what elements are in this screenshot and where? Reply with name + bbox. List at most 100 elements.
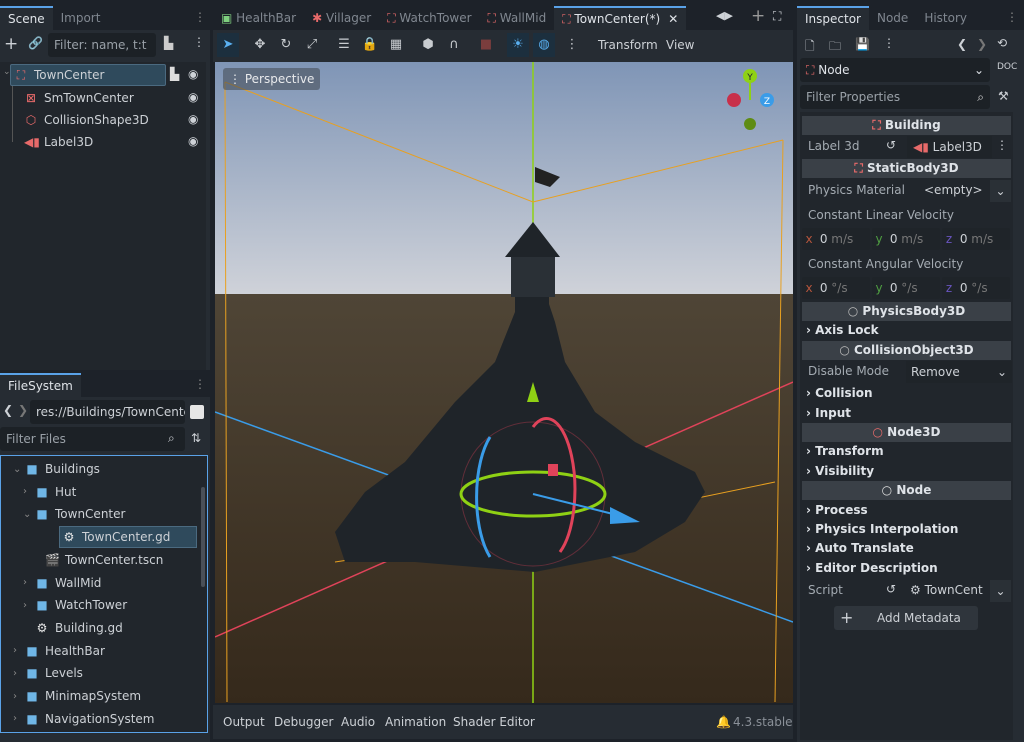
revert-icon[interactable]: ↺	[886, 138, 896, 152]
scrollbar[interactable]	[201, 487, 205, 587]
tree-item-collisionshape3d[interactable]: ⬡ CollisionShape3D	[24, 109, 149, 131]
expand-icon[interactable]: ›	[13, 645, 25, 656]
scene-filter-input[interactable]: Filter: name, t:t	[48, 33, 156, 57]
tab-filesystem[interactable]: FileSystem	[0, 373, 81, 397]
tree-item-label3d[interactable]: ◀▮ Label3D	[24, 131, 93, 153]
file-item[interactable]: ⚙ TownCenter.gd	[59, 526, 197, 549]
group-icon[interactable]: ▦	[385, 35, 407, 55]
collapse-icon[interactable]: ⌄	[3, 67, 11, 77]
more-icon[interactable]: ⋮	[193, 35, 205, 49]
angular-velocity-x[interactable]: x 0 °/s	[802, 277, 870, 299]
distraction-free-icon[interactable]: ⛶	[773, 9, 781, 24]
lock-icon[interactable]: 🔒	[359, 35, 381, 55]
doc-icon[interactable]: DOC	[997, 62, 1017, 72]
script-attached-icon[interactable]: ▙	[170, 67, 179, 81]
group-input[interactable]: › Input	[806, 406, 851, 420]
expand-icon[interactable]: ›	[23, 577, 35, 588]
tab-debugger[interactable]: Debugger	[274, 715, 333, 729]
back-icon[interactable]: ❮	[3, 403, 13, 417]
script-field[interactable]: ⚙ TownCent	[910, 583, 983, 597]
group-collision[interactable]: › Collision	[806, 386, 873, 400]
history-icon[interactable]: ⟲	[997, 36, 1007, 50]
revert-icon[interactable]: ↺	[886, 582, 896, 596]
tab-shader-editor[interactable]: Shader Editor	[453, 715, 535, 729]
angular-velocity-z[interactable]: z 0 °/s	[942, 277, 1010, 299]
add-tab-icon[interactable]: +	[751, 6, 765, 26]
group-axis-lock[interactable]: › Axis Lock	[806, 323, 879, 337]
filter-properties-input[interactable]: Filter Properties ⌕	[800, 85, 990, 109]
list-select-icon[interactable]: ☰	[333, 35, 355, 55]
file-item[interactable]: › ■ WallMid	[23, 572, 101, 594]
save-icon[interactable]: 💾	[855, 37, 870, 51]
new-resource-icon[interactable]: 🗋	[805, 37, 815, 58]
tab-wallmid[interactable]: ⛶ WallMid	[480, 6, 555, 30]
collapse-icon[interactable]: ⌄	[23, 509, 35, 520]
linear-velocity-x[interactable]: x 0 m/s	[802, 228, 870, 250]
tab-audio[interactable]: Audio	[341, 715, 375, 729]
visibility-eye-icon[interactable]: ◉	[188, 90, 198, 104]
sun-preview-icon[interactable]: ☀	[507, 33, 529, 57]
snap-icon[interactable]: ∩	[443, 35, 465, 55]
expand-icon[interactable]: ›	[23, 486, 35, 497]
tab-import[interactable]: Import	[53, 6, 109, 30]
3d-viewport[interactable]: Y Z ⋮ Perspective	[215, 62, 793, 703]
menu-icon[interactable]: ⋮	[1006, 10, 1018, 24]
tab-output[interactable]: Output	[223, 715, 265, 729]
scroll-tabs-icon[interactable]: ◀▶	[716, 9, 733, 22]
view-menu[interactable]: View	[666, 38, 694, 52]
file-item[interactable]: › ■ Levels	[13, 662, 83, 684]
link-icon[interactable]: 🔗	[28, 36, 43, 50]
script-icon[interactable]: ▙	[164, 36, 173, 50]
angular-velocity-y[interactable]: y 0 °/s	[872, 277, 940, 299]
more-icon[interactable]: ⋮	[561, 35, 583, 55]
chevron-down-icon[interactable]: ⌄	[990, 180, 1011, 202]
environment-preview-icon[interactable]: ◍	[533, 33, 555, 57]
path-input[interactable]: res://Buildings/TownCenter	[30, 400, 185, 424]
tab-history[interactable]: History	[916, 6, 975, 30]
visibility-eye-icon[interactable]: ◉	[188, 134, 198, 148]
file-item[interactable]: › ■ HealthBar	[13, 640, 105, 662]
group-process[interactable]: › Process	[806, 503, 868, 517]
file-item[interactable]: 🎬 TownCenter.tscn	[33, 549, 163, 571]
notification-bell-icon[interactable]: 🔔	[716, 715, 731, 729]
forward-icon[interactable]: ❯	[977, 37, 987, 51]
layout-toggle-icon[interactable]	[190, 405, 204, 419]
more-icon[interactable]: ⋮	[996, 138, 1008, 152]
menu-icon[interactable]: ⋮	[194, 377, 206, 391]
add-metadata-button[interactable]: + Add Metadata	[834, 606, 978, 630]
expand-icon[interactable]: ›	[13, 713, 25, 724]
chevron-down-icon[interactable]: ⌄	[990, 580, 1011, 602]
linear-velocity-y[interactable]: y 0 m/s	[872, 228, 940, 250]
filter-files-input[interactable]: Filter Files	[0, 427, 185, 451]
tab-animation[interactable]: Animation	[385, 715, 446, 729]
group-auto-translate[interactable]: › Auto Translate	[806, 541, 914, 555]
expand-icon[interactable]: ›	[13, 691, 25, 702]
select-mode-icon[interactable]: ➤	[217, 33, 239, 57]
tab-towncenter[interactable]: ⛶ TownCenter(*) ✕	[554, 6, 687, 30]
file-item[interactable]: › ■ MinimapSystem	[13, 685, 141, 707]
menu-icon[interactable]: ⋮	[194, 10, 206, 24]
tab-villager[interactable]: ✱ Villager	[304, 6, 379, 30]
tree-item-towncenter[interactable]: ⛶ TownCenter	[14, 64, 105, 86]
tab-watchtower[interactable]: ⛶ WatchTower	[379, 6, 479, 30]
file-item[interactable]: ⌄ ■ Buildings	[13, 458, 100, 480]
file-item[interactable]: › ■ Hut	[23, 481, 76, 503]
tree-item-smtowncenter[interactable]: ⊠ SmTownCenter	[24, 87, 134, 109]
file-item[interactable]: ⌄ ■ TownCenter	[23, 503, 125, 525]
group-physics-interpolation[interactable]: › Physics Interpolation	[806, 522, 958, 536]
group-editor-description[interactable]: › Editor Description	[806, 561, 938, 575]
node-selector[interactable]: ⛶ Node ⌄	[800, 58, 990, 82]
move-mode-icon[interactable]: ✥	[249, 35, 271, 55]
forward-icon[interactable]: ❯	[18, 403, 28, 417]
property-tools-icon[interactable]: ⚒	[998, 89, 1009, 103]
label3d-resource-field[interactable]: ◀▮ Label3D	[907, 136, 992, 158]
tab-node[interactable]: Node	[869, 6, 916, 30]
perspective-menu[interactable]: ⋮ Perspective	[223, 68, 321, 90]
expand-icon[interactable]: ›	[23, 600, 35, 611]
rotate-mode-icon[interactable]: ↻	[275, 35, 297, 55]
tab-scene[interactable]: Scene	[0, 6, 53, 30]
group-transform[interactable]: › Transform	[806, 444, 884, 458]
sort-icon[interactable]: ⇅	[191, 431, 201, 445]
open-folder-icon[interactable]: 🗀	[829, 37, 841, 58]
disable-mode-select[interactable]: Remove ⌄	[906, 361, 1012, 383]
